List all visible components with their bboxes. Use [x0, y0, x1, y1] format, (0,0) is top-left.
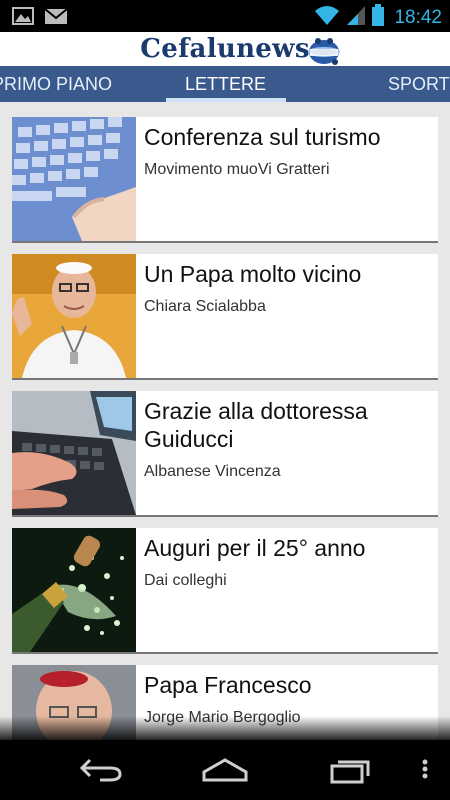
overflow-menu-icon[interactable] [420, 754, 430, 789]
tab-primo-piano[interactable]: PRIMO PIANO [0, 66, 112, 102]
article-card[interactable]: Grazie alla dottoressa Guiducci Albanese… [12, 391, 438, 517]
gmail-icon [44, 6, 68, 31]
article-card[interactable]: Conferenza sul turismo Movimento muoVi G… [12, 117, 438, 243]
laptop-typing-image [12, 391, 136, 515]
section-tabs: PRIMO PIANO LETTERE SPORT [0, 66, 450, 102]
article-title: Un Papa molto vicino [144, 261, 362, 287]
article-author: Dai colleghi [144, 572, 227, 589]
scroll-fade [0, 716, 450, 740]
article-title: Auguri per il 25° anno [144, 535, 366, 561]
keyboard-hand-image [12, 117, 136, 241]
back-icon[interactable] [78, 754, 124, 789]
article-author: Movimento muoVi Gratteri [144, 161, 330, 178]
battery-icon [372, 4, 385, 31]
system-nav-bar [0, 740, 450, 800]
article-author: Albanese Vincenza [144, 463, 281, 480]
article-card[interactable]: Un Papa molto vicino Chiara Scialabba [12, 254, 438, 380]
wifi-icon [314, 4, 340, 31]
home-icon[interactable] [200, 754, 250, 789]
article-author: Chiara Scialabba [144, 298, 266, 315]
image-notification-icon [12, 6, 34, 31]
status-bar: 18:42 [0, 0, 450, 32]
article-title: Grazie alla dottoressa Guiducci [144, 398, 368, 452]
brand-name-part1: Cefalu [140, 34, 237, 64]
brand-name-part2: news [236, 34, 310, 64]
brand-logo: Cefalunews [0, 32, 450, 66]
app-header: Cefalunews [0, 32, 450, 66]
status-clock: 18:42 [394, 6, 442, 28]
article-title: Conferenza sul turismo [144, 124, 381, 150]
article-card[interactable]: Auguri per il 25° anno Dai colleghi [12, 528, 438, 654]
article-title: Papa Francesco [144, 672, 312, 698]
signal-icon [346, 4, 366, 31]
recent-apps-icon[interactable] [328, 754, 374, 789]
pope-portrait-image [12, 254, 136, 378]
champagne-cork-image [12, 528, 136, 652]
tab-sport[interactable]: SPORT [388, 66, 450, 102]
tab-lettere[interactable]: LETTERE [185, 66, 266, 102]
article-list[interactable]: Conferenza sul turismo Movimento muoVi G… [0, 102, 450, 740]
